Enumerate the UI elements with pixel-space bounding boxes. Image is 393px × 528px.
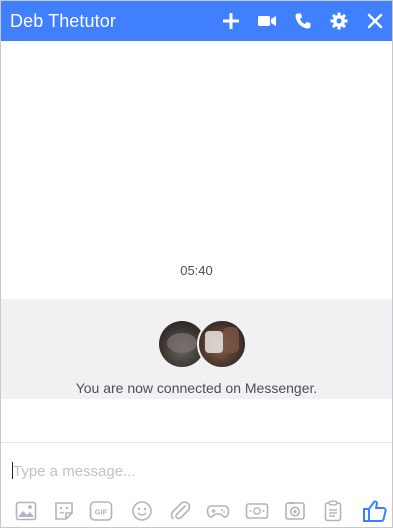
chat-title[interactable]: Deb Thetutor (10, 11, 208, 32)
header-actions (208, 8, 388, 34)
close-icon[interactable] (362, 8, 388, 34)
clipboard-icon[interactable] (321, 499, 345, 523)
gear-icon[interactable] (326, 8, 352, 34)
money-icon[interactable] (245, 499, 269, 523)
video-camera-icon[interactable] (254, 8, 280, 34)
svg-text:GIF: GIF (95, 508, 108, 517)
gif-icon[interactable]: GIF (89, 499, 113, 523)
messenger-chat-window: Deb Thetutor 05:40 You are now connected… (0, 0, 393, 528)
chat-header: Deb Thetutor (1, 1, 392, 41)
composer-toolbar: GIF (1, 495, 392, 525)
game-icon[interactable] (206, 499, 230, 523)
connected-message: You are now connected on Messenger. (75, 380, 318, 396)
avatar-contact (197, 319, 247, 369)
sticker-icon[interactable] (52, 499, 76, 523)
composer-divider (1, 442, 392, 443)
plus-icon[interactable] (218, 8, 244, 34)
thumbs-up-icon[interactable] (361, 499, 389, 523)
camera-icon[interactable] (283, 499, 307, 523)
message-input[interactable] (11, 460, 373, 482)
attachment-icon[interactable] (168, 499, 192, 523)
message-timestamp: 05:40 (180, 263, 213, 278)
connection-notice: You are now connected on Messenger. (1, 299, 392, 399)
photo-icon[interactable] (14, 499, 38, 523)
phone-icon[interactable] (290, 8, 316, 34)
avatar-pair (159, 319, 253, 369)
emoji-icon[interactable] (130, 499, 154, 523)
